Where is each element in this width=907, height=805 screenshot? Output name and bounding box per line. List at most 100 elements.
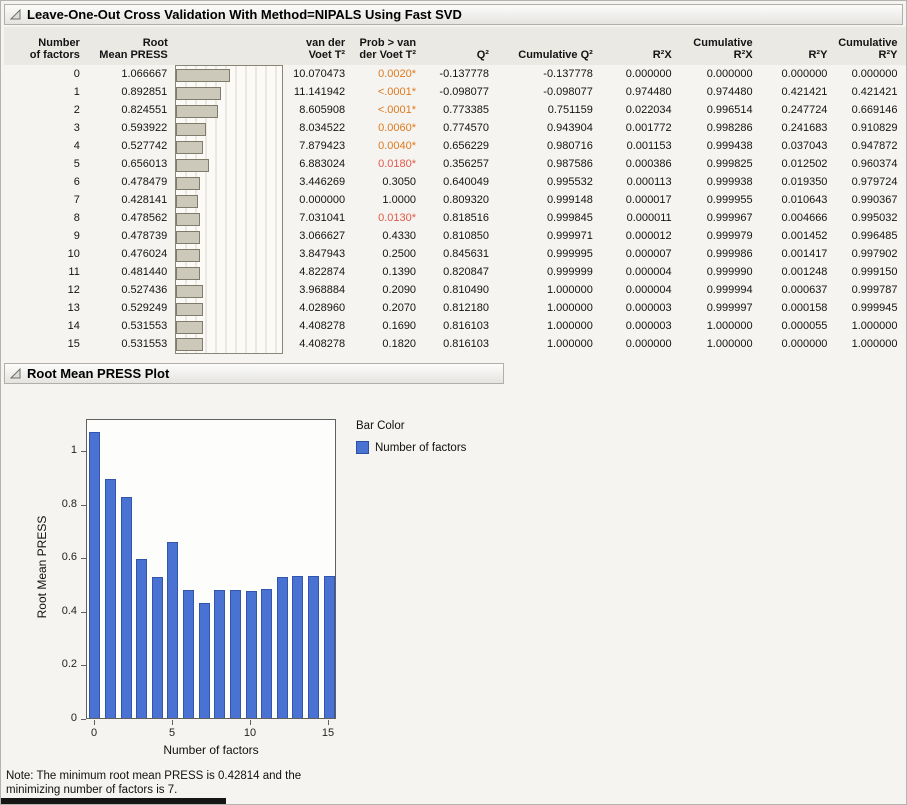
cell-r2x: 0.000004 bbox=[601, 281, 680, 299]
y-tick-label: 1 bbox=[47, 444, 77, 456]
cell-cr2y: 0.910829 bbox=[835, 119, 905, 137]
cell-cq2: 0.995532 bbox=[497, 173, 601, 191]
chart-bar[interactable] bbox=[324, 576, 335, 718]
outline-header-cross-validation[interactable]: Leave-One-Out Cross Validation With Meth… bbox=[4, 4, 903, 25]
cell-cr2x: 0.999955 bbox=[680, 191, 761, 209]
cell-cq2: 0.999148 bbox=[497, 191, 601, 209]
cell-n: 11 bbox=[4, 263, 88, 281]
press-bar-cell bbox=[176, 155, 282, 173]
chart-bar[interactable] bbox=[292, 576, 303, 718]
press-bar bbox=[176, 338, 203, 351]
cell-n: 7 bbox=[4, 191, 88, 209]
chart-bar[interactable] bbox=[199, 603, 210, 718]
cell-cr2x: 0.999967 bbox=[680, 209, 761, 227]
y-tick-label: 0.2 bbox=[47, 658, 77, 670]
chart-bar[interactable] bbox=[105, 479, 116, 718]
cell-q2: -0.098077 bbox=[424, 83, 497, 101]
legend-item[interactable]: Number of factors bbox=[356, 441, 466, 454]
footnote-line: minimizing number of factors is 7. bbox=[6, 783, 301, 797]
chart-bar[interactable] bbox=[183, 590, 194, 718]
legend-color-swatch bbox=[356, 441, 369, 454]
cell-t2: 0.000000 bbox=[282, 191, 353, 209]
cell-r2x: 0.000017 bbox=[601, 191, 680, 209]
cell-q2: 0.818516 bbox=[424, 209, 497, 227]
chart-bar[interactable] bbox=[121, 497, 132, 718]
cell-n: 5 bbox=[4, 155, 88, 173]
cell-n: 3 bbox=[4, 119, 88, 137]
chart-bar[interactable] bbox=[246, 591, 257, 719]
disclosure-triangle-icon[interactable] bbox=[10, 9, 21, 20]
cell-r2x: 0.022034 bbox=[601, 101, 680, 119]
table-row: 20.8245518.605908<.0001*0.7733850.751159… bbox=[4, 101, 906, 119]
press-bar-cell bbox=[176, 83, 282, 101]
press-bar-cell bbox=[176, 191, 282, 209]
cell-prob: <.0001* bbox=[353, 83, 424, 101]
cell-cr2y: 0.999945 bbox=[835, 299, 905, 317]
press-bar-cell bbox=[176, 317, 282, 335]
press-bar bbox=[176, 249, 200, 262]
cell-r2y: 0.241683 bbox=[761, 119, 836, 137]
press-bar-cell bbox=[176, 263, 282, 281]
outline-header-press-plot[interactable]: Root Mean PRESS Plot bbox=[4, 363, 504, 384]
table-row: 130.5292494.0289600.20700.8121801.000000… bbox=[4, 299, 906, 317]
cell-cr2x: 0.999938 bbox=[680, 173, 761, 191]
cell-q2: 0.356257 bbox=[424, 155, 497, 173]
cell-cq2: 0.987586 bbox=[497, 155, 601, 173]
table-row: 60.4784793.4462690.30500.6400490.9955320… bbox=[4, 173, 906, 191]
y-tick-label: 0 bbox=[47, 712, 77, 724]
chart-bar[interactable] bbox=[261, 589, 272, 718]
cell-cr2y: 0.999150 bbox=[835, 263, 905, 281]
legend-item-label: Number of factors bbox=[375, 442, 466, 454]
cell-prob: 0.0040* bbox=[353, 137, 424, 155]
cell-cr2y: 0.990367 bbox=[835, 191, 905, 209]
cell-r2y: 0.000158 bbox=[761, 299, 836, 317]
cell-r2x: 0.000012 bbox=[601, 227, 680, 245]
chart-bar[interactable] bbox=[89, 432, 100, 718]
chart-bar[interactable] bbox=[230, 590, 241, 718]
chart-bar[interactable] bbox=[214, 590, 225, 718]
col-header-q2: Q² bbox=[424, 27, 497, 65]
cell-cq2: 0.999845 bbox=[497, 209, 601, 227]
chart-bar[interactable] bbox=[152, 577, 163, 718]
cell-cq2: -0.098077 bbox=[497, 83, 601, 101]
col-header-r2y: R²Y bbox=[761, 27, 836, 65]
cell-cq2: 0.999999 bbox=[497, 263, 601, 281]
cell-n: 13 bbox=[4, 299, 88, 317]
cv-results-table: Numberof factors RootMean PRESS van derV… bbox=[4, 27, 906, 354]
chart-bar[interactable] bbox=[167, 542, 178, 718]
cell-cr2y: 0.960374 bbox=[835, 155, 905, 173]
footnote: Note: The minimum root mean PRESS is 0.4… bbox=[6, 769, 301, 797]
cell-rmp: 1.066667 bbox=[88, 65, 176, 83]
chart-bar[interactable] bbox=[277, 577, 288, 718]
cell-n: 0 bbox=[4, 65, 88, 83]
press-bar-cell bbox=[176, 245, 282, 263]
disclosure-triangle-icon[interactable] bbox=[10, 368, 21, 379]
col-header-prob-van-der-voet: Prob > vander Voet T² bbox=[353, 27, 424, 65]
press-bar bbox=[176, 87, 221, 100]
cell-rmp: 0.478562 bbox=[88, 209, 176, 227]
cell-t2: 3.847943 bbox=[282, 245, 353, 263]
cell-cr2x: 0.999438 bbox=[680, 137, 761, 155]
chart-bar[interactable] bbox=[136, 559, 147, 718]
cell-cq2: 1.000000 bbox=[497, 335, 601, 353]
cell-q2: 0.845631 bbox=[424, 245, 497, 263]
cell-n: 10 bbox=[4, 245, 88, 263]
cell-prob: 0.0060* bbox=[353, 119, 424, 137]
cell-t2: 4.408278 bbox=[282, 317, 353, 335]
cell-prob: 0.4330 bbox=[353, 227, 424, 245]
cell-cr2x: 0.000000 bbox=[680, 65, 761, 83]
table-row: 70.4281410.0000001.00000.8093200.9991480… bbox=[4, 191, 906, 209]
cell-q2: 0.820847 bbox=[424, 263, 497, 281]
cell-r2y: 0.000000 bbox=[761, 335, 836, 353]
cell-r2x: 0.000386 bbox=[601, 155, 680, 173]
chart-bar[interactable] bbox=[308, 576, 319, 718]
cell-r2y: 0.421421 bbox=[761, 83, 836, 101]
cell-t2: 7.879423 bbox=[282, 137, 353, 155]
cell-cr2y: 0.999787 bbox=[835, 281, 905, 299]
cell-r2x: 0.000113 bbox=[601, 173, 680, 191]
cell-cr2y: 0.979724 bbox=[835, 173, 905, 191]
press-bar bbox=[176, 213, 200, 226]
cell-n: 2 bbox=[4, 101, 88, 119]
x-tick-label: 5 bbox=[160, 727, 184, 739]
cell-cq2: 1.000000 bbox=[497, 317, 601, 335]
